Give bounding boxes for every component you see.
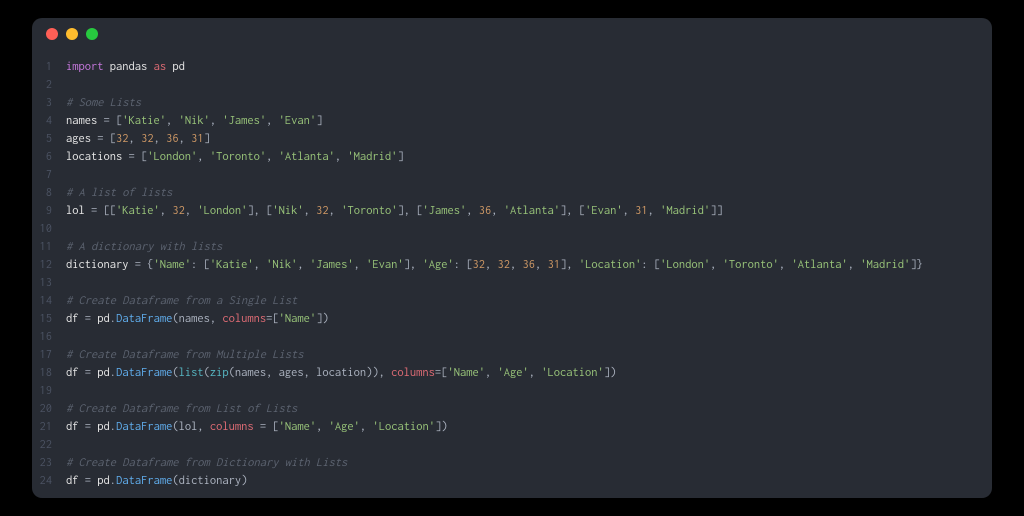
code-line[interactable]: 23# Create Dataframe from Dictionary wit… xyxy=(32,454,992,472)
line-number: 23 xyxy=(32,454,66,472)
maximize-icon[interactable] xyxy=(86,28,98,40)
line-number: 2 xyxy=(32,76,66,94)
code-line[interactable]: 16 xyxy=(32,328,992,346)
code-line[interactable]: 9lol = [['Katie', 32, 'London'], ['Nik',… xyxy=(32,202,992,220)
code-content[interactable]: import pandas as pd xyxy=(66,58,185,76)
code-content[interactable]: lol = [['Katie', 32, 'London'], ['Nik', … xyxy=(66,202,723,220)
line-number: 21 xyxy=(32,418,66,436)
code-line[interactable]: 3# Some Lists xyxy=(32,94,992,112)
minimize-icon[interactable] xyxy=(66,28,78,40)
code-line[interactable]: 24df = pd.DataFrame(dictionary) xyxy=(32,472,992,490)
code-content[interactable]: # A list of lists xyxy=(66,184,172,202)
line-number: 17 xyxy=(32,346,66,364)
code-line[interactable]: 18df = pd.DataFrame(list(zip(names, ages… xyxy=(32,364,992,382)
code-content[interactable]: df = pd.DataFrame(lol, columns = ['Name'… xyxy=(66,418,447,436)
code-line[interactable]: 2 xyxy=(32,76,992,94)
line-number: 16 xyxy=(32,328,66,346)
code-line[interactable]: 22 xyxy=(32,436,992,454)
code-line[interactable]: 4names = ['Katie', 'Nik', 'James', 'Evan… xyxy=(32,112,992,130)
line-number: 19 xyxy=(32,382,66,400)
code-content[interactable]: df = pd.DataFrame(list(zip(names, ages, … xyxy=(66,364,616,382)
code-line[interactable]: 20# Create Dataframe from List of Lists xyxy=(32,400,992,418)
code-content[interactable]: ages = [32, 32, 36, 31] xyxy=(66,130,210,148)
code-line[interactable]: 11# A dictionary with lists xyxy=(32,238,992,256)
code-content[interactable]: df = pd.DataFrame(dictionary) xyxy=(66,472,247,490)
line-number: 7 xyxy=(32,166,66,184)
code-line[interactable]: 10 xyxy=(32,220,992,238)
line-number: 11 xyxy=(32,238,66,256)
code-editor[interactable]: 1import pandas as pd23# Some Lists4names… xyxy=(32,50,992,498)
line-number: 10 xyxy=(32,220,66,238)
code-content[interactable]: # Create Dataframe from Dictionary with … xyxy=(66,454,347,472)
line-number: 20 xyxy=(32,400,66,418)
code-line[interactable]: 19 xyxy=(32,382,992,400)
line-number: 15 xyxy=(32,310,66,328)
line-number: 5 xyxy=(32,130,66,148)
code-line[interactable]: 21df = pd.DataFrame(lol, columns = ['Nam… xyxy=(32,418,992,436)
line-number: 4 xyxy=(32,112,66,130)
code-line[interactable]: 7 xyxy=(32,166,992,184)
code-content[interactable]: # Some Lists xyxy=(66,94,141,112)
code-line[interactable]: 1import pandas as pd xyxy=(32,58,992,76)
close-icon[interactable] xyxy=(46,28,58,40)
code-line[interactable]: 13 xyxy=(32,274,992,292)
code-line[interactable]: 15df = pd.DataFrame(names, columns=['Nam… xyxy=(32,310,992,328)
code-content[interactable]: df = pd.DataFrame(names, columns=['Name'… xyxy=(66,310,329,328)
code-line[interactable]: 8# A list of lists xyxy=(32,184,992,202)
code-content[interactable]: locations = ['London', 'Toronto', 'Atlan… xyxy=(66,148,404,166)
line-number: 3 xyxy=(32,94,66,112)
code-content[interactable]: # Create Dataframe from Multiple Lists xyxy=(66,346,304,364)
line-number: 14 xyxy=(32,292,66,310)
code-editor-window: 1import pandas as pd23# Some Lists4names… xyxy=(32,18,992,498)
line-number: 8 xyxy=(32,184,66,202)
window-titlebar xyxy=(32,18,992,50)
line-number: 13 xyxy=(32,274,66,292)
line-number: 12 xyxy=(32,256,66,274)
line-number: 18 xyxy=(32,364,66,382)
code-content[interactable]: # Create Dataframe from List of Lists xyxy=(66,400,297,418)
code-line[interactable]: 14# Create Dataframe from a Single List xyxy=(32,292,992,310)
code-content[interactable]: # Create Dataframe from a Single List xyxy=(66,292,297,310)
code-content[interactable]: dictionary = {'Name': ['Katie', 'Nik', '… xyxy=(66,256,923,274)
line-number: 22 xyxy=(32,436,66,454)
code-line[interactable]: 6locations = ['London', 'Toronto', 'Atla… xyxy=(32,148,992,166)
code-line[interactable]: 12dictionary = {'Name': ['Katie', 'Nik',… xyxy=(32,256,992,274)
code-content[interactable]: # A dictionary with lists xyxy=(66,238,222,256)
line-number: 6 xyxy=(32,148,66,166)
line-number: 9 xyxy=(32,202,66,220)
code-line[interactable]: 17# Create Dataframe from Multiple Lists xyxy=(32,346,992,364)
line-number: 24 xyxy=(32,472,66,490)
code-content[interactable]: names = ['Katie', 'Nik', 'James', 'Evan'… xyxy=(66,112,322,130)
code-line[interactable]: 5ages = [32, 32, 36, 31] xyxy=(32,130,992,148)
line-number: 1 xyxy=(32,58,66,76)
